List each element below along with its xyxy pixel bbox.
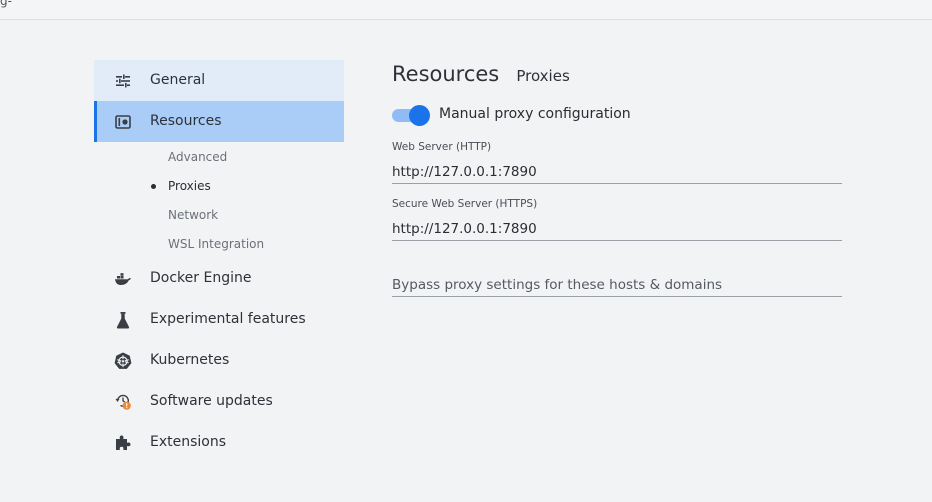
sidebar-item-label: Experimental features xyxy=(150,311,306,327)
sidebar-item-label: Docker Engine xyxy=(150,270,252,286)
top-bar: g- xyxy=(0,0,932,20)
manual-proxy-label: Manual proxy configuration xyxy=(439,106,631,122)
sidebar-item-kubernetes[interactable]: Kubernetes xyxy=(94,340,344,381)
web-server-label: Web Server (HTTP) xyxy=(392,141,492,153)
page-title: Resources xyxy=(392,62,500,86)
sidebar-subitem-advanced[interactable]: Advanced xyxy=(94,142,344,171)
sidebar-item-label: Extensions xyxy=(150,434,227,450)
manual-proxy-row: Manual proxy configuration xyxy=(392,104,842,126)
settings-sidebar: General Resources Advanced Proxies Netwo… xyxy=(94,60,344,463)
whale-icon xyxy=(114,270,132,288)
sidebar-item-label: Software updates xyxy=(150,393,273,409)
puzzle-icon xyxy=(114,434,132,452)
sidebar-subitem-label: Advanced xyxy=(168,150,228,164)
sidebar-item-resources[interactable]: Resources xyxy=(94,101,344,142)
sidebar-subitem-label: Network xyxy=(168,208,219,222)
sidebar-item-software-updates[interactable]: Software updates xyxy=(94,381,344,422)
page-header: Resources Proxies xyxy=(392,62,570,86)
sidebar-item-label: Kubernetes xyxy=(150,352,230,368)
flask-icon xyxy=(114,311,132,329)
sliders-icon xyxy=(114,72,132,90)
window-title-fragment: g- xyxy=(0,0,12,8)
sidebar-item-extensions[interactable]: Extensions xyxy=(94,422,344,463)
secure-web-server-input[interactable] xyxy=(392,218,842,241)
sidebar-subitem-proxies[interactable]: Proxies xyxy=(94,171,344,200)
bypass-input[interactable] xyxy=(392,274,842,297)
manual-proxy-toggle[interactable] xyxy=(392,105,430,126)
secure-web-server-label: Secure Web Server (HTTPS) xyxy=(392,198,538,210)
sidebar-item-label: Resources xyxy=(150,113,222,129)
page-subtitle: Proxies xyxy=(516,67,570,85)
resources-icon xyxy=(114,113,132,131)
sidebar-item-general[interactable]: General xyxy=(94,60,344,101)
sidebar-item-docker-engine[interactable]: Docker Engine xyxy=(94,258,344,299)
web-server-input[interactable] xyxy=(392,161,842,184)
sidebar-subitem-wsl-integration[interactable]: WSL Integration xyxy=(94,229,344,258)
selected-bullet-icon xyxy=(151,184,156,189)
sidebar-item-experimental-features[interactable]: Experimental features xyxy=(94,299,344,340)
toggle-knob xyxy=(409,105,430,126)
sidebar-subitem-network[interactable]: Network xyxy=(94,200,344,229)
update-clock-icon xyxy=(114,393,132,411)
sidebar-subitem-label: WSL Integration xyxy=(168,237,265,251)
sidebar-subitem-label: Proxies xyxy=(168,179,211,193)
sidebar-item-label: General xyxy=(150,72,206,88)
helm-wheel-icon xyxy=(114,352,132,370)
